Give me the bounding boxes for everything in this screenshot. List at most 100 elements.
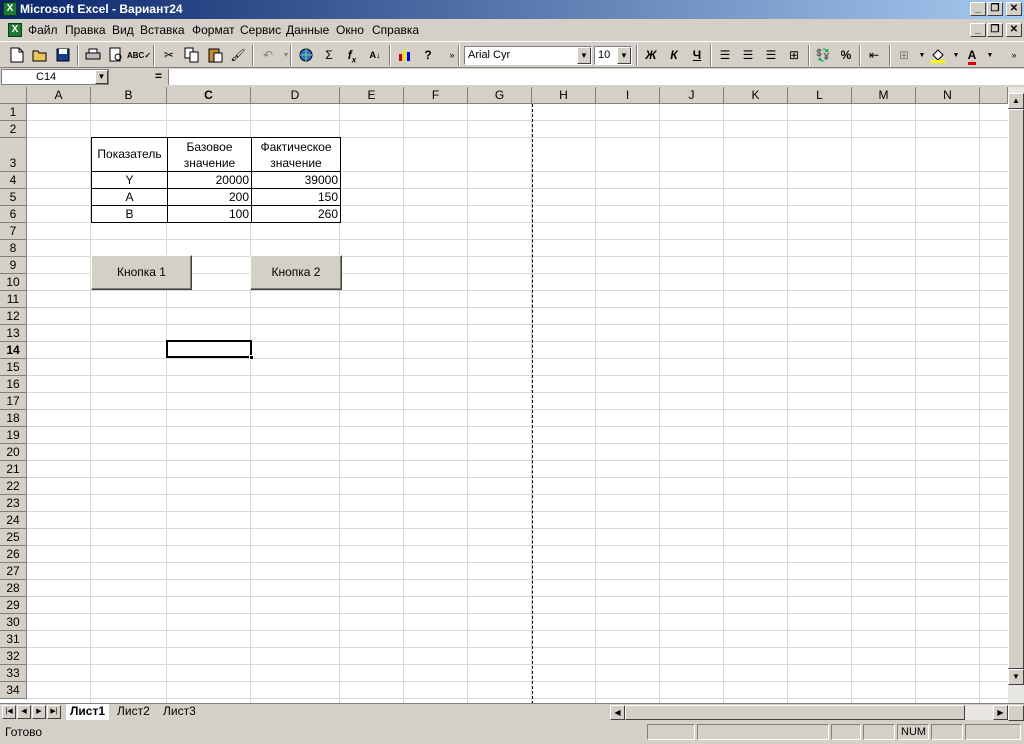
help-icon[interactable]: ? (417, 45, 439, 66)
align-center-icon[interactable]: ☰ (737, 45, 759, 66)
hyperlink-icon[interactable] (295, 45, 317, 66)
chevron-down-icon[interactable]: ▼ (95, 70, 108, 84)
row-header-5[interactable]: 5 (0, 189, 27, 206)
bold-button[interactable]: Ж (640, 45, 662, 66)
worksheet-grid[interactable]: ABCDEFGHIJKLMN 1 2 3 4 5 6 7 8 9 10 11 12 13 14 15 16 17… (0, 87, 1008, 703)
active-cell-c14[interactable] (166, 340, 254, 360)
merge-center-icon[interactable]: ⊞ (783, 45, 805, 66)
cut-icon[interactable]: ✂ (158, 45, 180, 66)
scroll-down-icon[interactable]: ▼ (1008, 669, 1024, 685)
menu-help[interactable]: Справка (372, 23, 419, 37)
minimize-button[interactable]: _ (970, 2, 986, 16)
column-header-partial[interactable] (980, 87, 1008, 104)
sheet-tab-2[interactable]: Лист2 (113, 704, 154, 720)
row-header-1[interactable]: 1 (0, 104, 27, 121)
row-header-8[interactable]: 8 (0, 240, 27, 257)
chevron-down-icon[interactable]: ▼ (577, 47, 591, 64)
column-header-d[interactable]: D (251, 87, 340, 104)
format-painter-icon[interactable]: 🖌 (227, 45, 249, 66)
font-size-select[interactable]: 10 ▼ (594, 46, 632, 65)
sort-ascending-icon[interactable]: A↓ (364, 45, 386, 66)
table-cell[interactable]: 200 (167, 188, 252, 206)
row-header-26[interactable]: 26 (0, 546, 27, 563)
column-header-b[interactable]: B (91, 87, 167, 104)
horizontal-scroll-thumb[interactable] (625, 705, 965, 720)
new-icon[interactable] (6, 45, 28, 66)
print-preview-icon[interactable] (105, 45, 127, 66)
table-cell[interactable]: A (91, 188, 168, 206)
row-header-20[interactable]: 20 (0, 444, 27, 461)
menu-insert[interactable]: Вставка (140, 23, 185, 37)
row-header-15[interactable]: 15 (0, 359, 27, 376)
column-header-a[interactable]: A (27, 87, 91, 104)
column-header-g[interactable]: G (468, 87, 532, 104)
print-icon[interactable] (82, 45, 104, 66)
column-header-k[interactable]: K (724, 87, 788, 104)
row-header-2[interactable]: 2 (0, 121, 27, 138)
row-header-23[interactable]: 23 (0, 495, 27, 512)
undo-dropdown-icon[interactable]: ▼ (275, 45, 297, 66)
column-header-c[interactable]: C (167, 87, 251, 104)
table-cell[interactable]: 39000 (251, 171, 341, 189)
row-header-18[interactable]: 18 (0, 410, 27, 427)
menu-file[interactable]: Файл (28, 23, 58, 37)
column-header-e[interactable]: E (340, 87, 404, 104)
sheet-tab-1[interactable]: Лист1 (66, 704, 110, 720)
row-header-11[interactable]: 11 (0, 291, 27, 308)
row-header-24[interactable]: 24 (0, 512, 27, 529)
row-header-9[interactable]: 9 (0, 257, 27, 274)
resize-grip-icon[interactable] (1008, 705, 1024, 721)
row-header-7[interactable]: 7 (0, 223, 27, 240)
menu-data[interactable]: Данные (286, 23, 329, 37)
row-header-22[interactable]: 22 (0, 478, 27, 495)
menu-window[interactable]: Окно (336, 23, 364, 37)
currency-icon[interactable]: 💱 (812, 45, 834, 66)
table-cell[interactable]: 150 (251, 188, 341, 206)
row-header-25[interactable]: 25 (0, 529, 27, 546)
open-icon[interactable] (29, 45, 51, 66)
table-cell[interactable]: 260 (251, 205, 341, 223)
row-header-29[interactable]: 29 (0, 597, 27, 614)
percent-button[interactable]: % (835, 45, 857, 66)
column-header-f[interactable]: F (404, 87, 468, 104)
row-header-32[interactable]: 32 (0, 648, 27, 665)
doc-restore-button[interactable]: ❐ (987, 23, 1003, 37)
row-header-4[interactable]: 4 (0, 172, 27, 189)
font-color-dropdown-icon[interactable]: ▼ (979, 45, 1001, 66)
decrease-indent-icon[interactable]: ⇤ (863, 45, 885, 66)
restore-button[interactable]: ❐ (987, 2, 1003, 16)
menu-edit[interactable]: Правка (65, 23, 106, 37)
table-header-base[interactable]: Базовое значение (167, 137, 252, 172)
row-header-10[interactable]: 10 (0, 274, 27, 291)
formula-input[interactable] (168, 69, 1024, 85)
next-sheet-icon[interactable]: ▶ (32, 705, 46, 719)
name-box[interactable]: C14 ▼ (1, 69, 109, 85)
column-header-m[interactable]: M (852, 87, 916, 104)
align-right-icon[interactable]: ☰ (760, 45, 782, 66)
function-icon[interactable]: fx (341, 45, 363, 66)
fill-handle[interactable] (249, 355, 254, 360)
row-header-33[interactable]: 33 (0, 665, 27, 682)
row-header-30[interactable]: 30 (0, 614, 27, 631)
autosum-icon[interactable]: Σ (318, 45, 340, 66)
table-header-actual[interactable]: Фактическое значение (251, 137, 341, 172)
paste-icon[interactable] (204, 45, 226, 66)
table-cell[interactable]: Y (91, 171, 168, 189)
row-header-27[interactable]: 27 (0, 563, 27, 580)
first-sheet-icon[interactable]: |◀ (2, 705, 16, 719)
align-left-icon[interactable]: ☰ (714, 45, 736, 66)
row-header-3[interactable]: 3 (0, 138, 27, 172)
doc-close-button[interactable]: ✕ (1006, 23, 1022, 37)
spelling-icon[interactable]: ABC✓ (127, 45, 151, 66)
vertical-scrollbar[interactable]: ▲ ▼ (1008, 87, 1024, 703)
row-header-13[interactable]: 13 (0, 325, 27, 342)
table-header-indicator[interactable]: Показатель (91, 137, 168, 172)
close-button[interactable]: ✕ (1006, 2, 1022, 16)
row-header-14[interactable]: 14 (0, 342, 27, 359)
underline-button[interactable]: Ч (686, 45, 708, 66)
scroll-thumb[interactable] (1008, 109, 1024, 669)
formula-equals-label[interactable]: = (155, 69, 162, 83)
column-header-h[interactable]: H (532, 87, 596, 104)
document-icon[interactable]: X (8, 23, 22, 37)
menu-tools[interactable]: Сервис (240, 23, 281, 37)
